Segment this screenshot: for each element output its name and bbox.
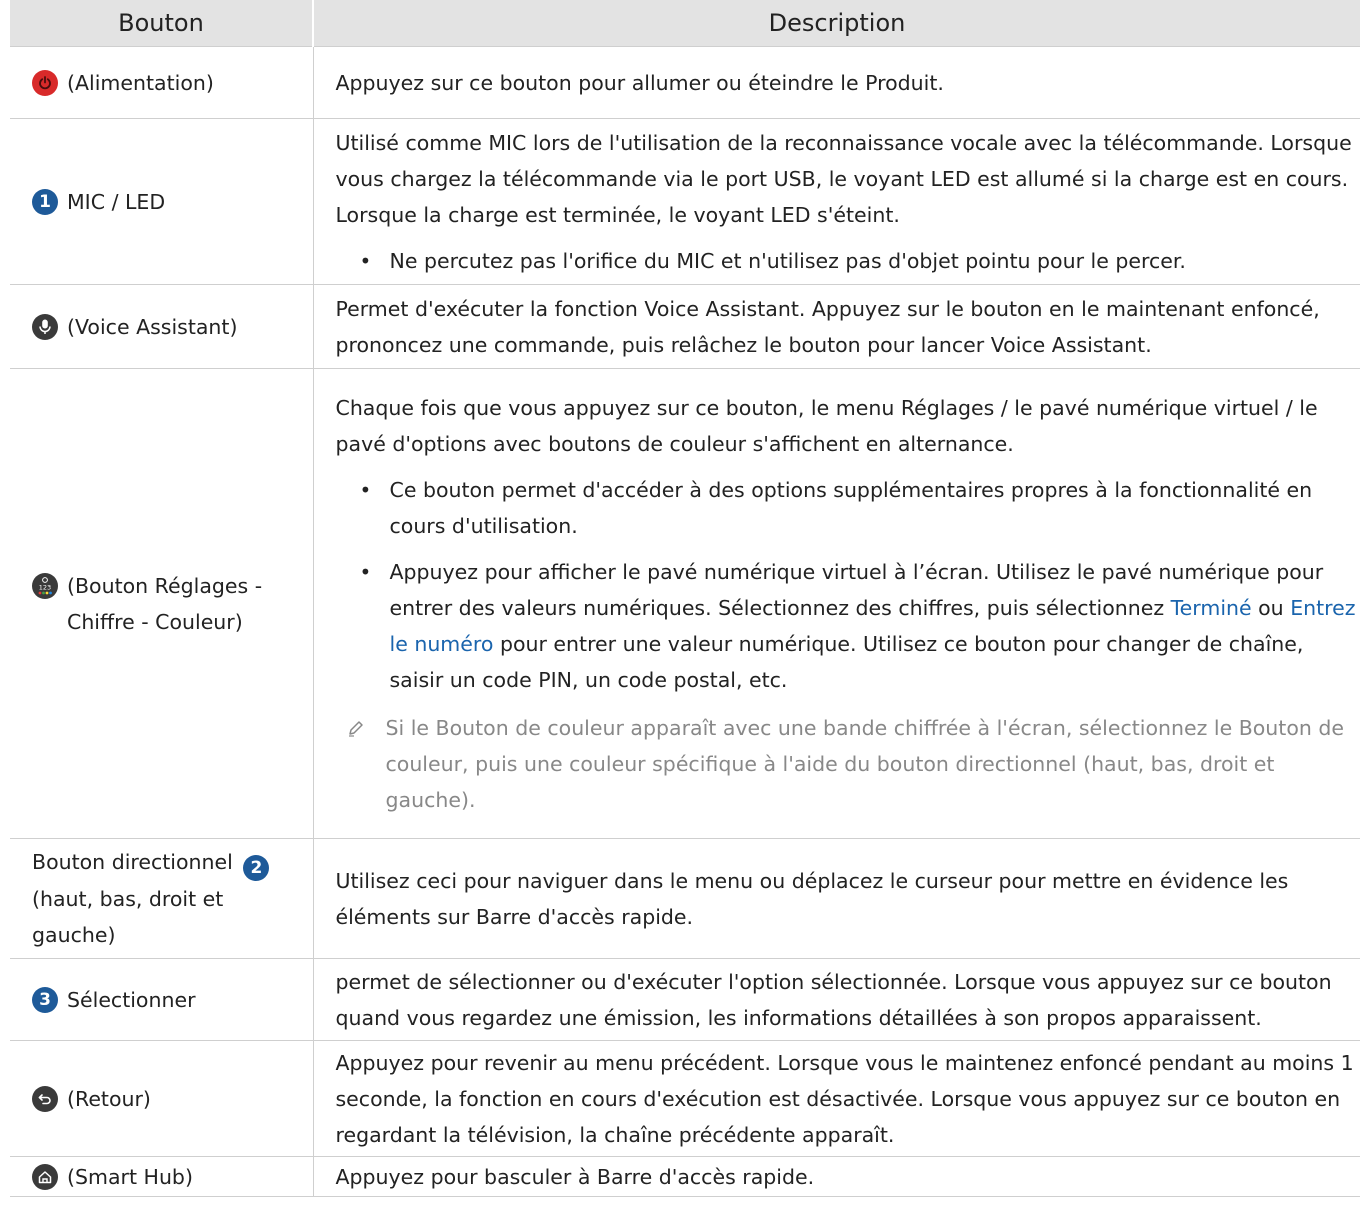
description-text: Utilisé comme MIC lors de l'utilisation … <box>335 130 1352 227</box>
microphone-icon <box>32 313 58 340</box>
button-cell: 123 (Bouton Réglages - Chiffre - Couleur… <box>10 368 314 839</box>
button-label: Sélectionner <box>67 987 196 1012</box>
description-cell: Appuyez pour revenir au menu précédent. … <box>313 1040 1360 1157</box>
button-label: (Voice Assistant) <box>67 314 238 339</box>
bullet-text: Ne percutez pas l'orifice du MIC et n'ut… <box>389 248 1186 273</box>
bullet-text: Appuyez pour afficher le pavé numérique … <box>389 559 1356 692</box>
note-item: Si le Bouton de couleur apparaît avec un… <box>336 710 1360 818</box>
table-row: (Voice Assistant) Permet d'exécuter la f… <box>10 284 1360 369</box>
header-bouton: Bouton <box>10 0 314 47</box>
button-label: (Alimentation) <box>67 70 214 95</box>
button-label: (Smart Hub) <box>67 1164 193 1189</box>
button-label: (Bouton Réglages - Chiffre - Couleur) <box>67 573 263 634</box>
table-row: 1 MIC / LED Utilisé comme MIC lors de l'… <box>10 118 1360 285</box>
button-label: MIC / LED <box>67 189 166 214</box>
button-label: Bouton directionnel 2 (haut, bas, droit … <box>32 844 313 953</box>
description-cell: Appuyez pour basculer à Barre d'accès ra… <box>313 1156 1360 1197</box>
table-row: (Smart Hub) Appuyez pour basculer à Barr… <box>10 1156 1360 1197</box>
button-cell: (Alimentation) <box>10 46 314 119</box>
description-text: Permet d'exécuter la fonction Voice Assi… <box>335 296 1320 357</box>
table-row: (Alimentation) Appuyez sur ce bouton pou… <box>10 46 1360 119</box>
bullet-item: • Appuyez pour afficher le pavé numériqu… <box>336 554 1360 698</box>
table-row: (Retour) Appuyez pour revenir au menu pr… <box>10 1040 1360 1157</box>
note-text: Si le Bouton de couleur apparaît avec un… <box>385 715 1345 812</box>
remote-buttons-table: Bouton Description (Alimentation) Appuye… <box>10 0 1360 1197</box>
description-cell: Utilisé comme MIC lors de l'utilisation … <box>313 118 1360 285</box>
bullet-item: • Ne percutez pas l'orifice du MIC et n'… <box>336 243 1360 279</box>
description-text: Chaque fois que vous appuyez sur ce bout… <box>335 395 1318 456</box>
button-cell: 3 Sélectionner <box>10 958 314 1041</box>
table-row: 123 (Bouton Réglages - Chiffre - Couleur… <box>10 368 1360 839</box>
pencil-icon <box>336 710 386 818</box>
description-cell: Chaque fois que vous appuyez sur ce bout… <box>313 368 1360 839</box>
home-icon <box>32 1163 58 1190</box>
description-text: Appuyez pour basculer à Barre d'accès ra… <box>335 1164 815 1189</box>
table-row: Bouton directionnel 2 (haut, bas, droit … <box>10 838 1360 959</box>
termine-link[interactable]: Terminé <box>1171 596 1252 620</box>
number-1-badge-icon: 1 <box>32 188 58 215</box>
description-text: permet de sélectionner ou d'exécuter l'o… <box>335 969 1332 1030</box>
button-label: (Retour) <box>67 1086 151 1111</box>
header-description: Description <box>313 0 1360 47</box>
button-cell: (Retour) <box>10 1040 314 1157</box>
number-3-badge-icon: 3 <box>32 986 58 1013</box>
settings-number-color-icon: 123 <box>32 572 58 599</box>
bullet-item: • Ce bouton permet d'accéder à des optio… <box>336 472 1360 544</box>
description-text: Utilisez ceci pour naviguer dans le menu… <box>335 868 1289 929</box>
power-icon <box>32 69 58 96</box>
button-cell: (Voice Assistant) <box>10 284 314 369</box>
description-text: Appuyez pour revenir au menu précédent. … <box>335 1050 1354 1147</box>
button-cell: (Smart Hub) <box>10 1156 314 1197</box>
description-cell: permet de sélectionner ou d'exécuter l'o… <box>313 958 1360 1041</box>
svg-text:123: 123 <box>39 583 51 591</box>
description-text: Appuyez sur ce bouton pour allumer ou ét… <box>335 70 944 95</box>
button-cell: 1 MIC / LED <box>10 118 314 285</box>
description-cell: Appuyez sur ce bouton pour allumer ou ét… <box>313 46 1360 119</box>
table-header-row: Bouton Description <box>10 0 1360 47</box>
description-cell: Utilisez ceci pour naviguer dans le menu… <box>313 838 1360 959</box>
table-row: 3 Sélectionner permet de sélectionner ou… <box>10 958 1360 1041</box>
return-icon <box>32 1085 58 1112</box>
number-2-badge-icon: 2 <box>243 855 270 881</box>
button-cell: Bouton directionnel 2 (haut, bas, droit … <box>10 838 314 959</box>
bullet-text: Ce bouton permet d'accéder à des options… <box>389 477 1313 538</box>
description-cell: Permet d'exécuter la fonction Voice Assi… <box>313 284 1360 369</box>
